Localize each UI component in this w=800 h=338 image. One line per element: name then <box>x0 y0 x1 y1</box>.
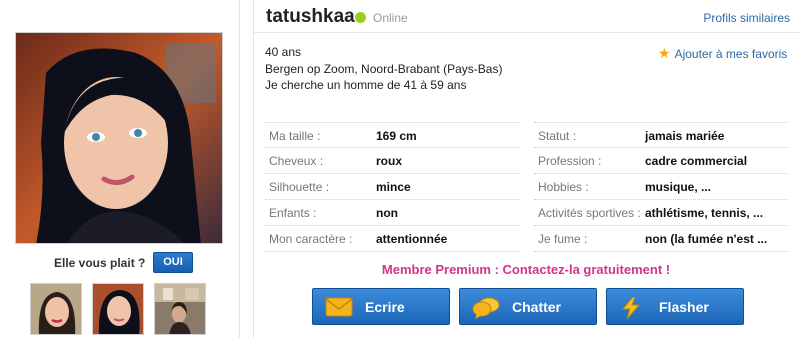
detail-row: Silhouette : mince <box>265 174 519 200</box>
write-button[interactable]: Ecrire <box>312 288 450 325</box>
online-status-icon <box>355 12 366 23</box>
photo-thumbnail-1[interactable] <box>30 283 82 335</box>
photo-panel: Elle vous plait ? OUI <box>0 0 240 338</box>
detail-row: Je fume : non (la fumée n'est ... <box>534 226 788 252</box>
flash-label: Flasher <box>659 299 709 315</box>
detail-label: Enfants : <box>269 206 317 220</box>
detail-row: Cheveux : roux <box>265 148 519 174</box>
detail-row: Hobbies : musique, ... <box>534 174 788 200</box>
detail-label: Cheveux : <box>269 154 324 168</box>
header-divider <box>254 32 800 33</box>
envelope-icon <box>325 297 353 320</box>
detail-row: Enfants : non <box>265 200 519 226</box>
similar-profiles-link[interactable]: Profils similaires <box>703 11 790 25</box>
detail-value: roux <box>376 154 403 168</box>
speech-bubbles-icon <box>472 297 500 322</box>
star-icon: ★ <box>658 45 671 61</box>
profile-age: 40 ans <box>265 45 302 59</box>
detail-value: attentionnée <box>376 232 448 246</box>
detail-value: musique, ... <box>645 180 712 194</box>
column-divider <box>253 0 254 338</box>
detail-label: Hobbies : <box>538 180 589 194</box>
detail-label: Statut : <box>538 129 577 143</box>
detail-row: Ma taille : 169 cm <box>265 122 519 148</box>
lightning-icon <box>619 296 643 322</box>
detail-label: Je fume : <box>538 232 588 246</box>
detail-value: non <box>376 206 398 220</box>
detail-value: athlétisme, tennis, ... <box>645 206 764 220</box>
profile-photo[interactable] <box>15 32 223 244</box>
profile-location: Bergen op Zoom, Noord-Brabant (Pays-Bas) <box>265 62 503 76</box>
detail-row: Mon caractère : attentionnée <box>265 226 519 252</box>
detail-value: jamais mariée <box>645 129 725 143</box>
profile-seeking: Je cherche un homme de 41 à 59 ans <box>265 78 467 92</box>
detail-label: Silhouette : <box>269 180 330 194</box>
detail-label: Ma taille : <box>269 129 321 143</box>
detail-label: Mon caractère : <box>269 232 353 246</box>
detail-value: non (la fumée n'est ... <box>645 232 768 246</box>
detail-row: Statut : jamais mariée <box>534 122 788 148</box>
detail-label: Profession : <box>538 154 602 168</box>
write-label: Ecrire <box>365 299 405 315</box>
premium-message[interactable]: Membre Premium : Contactez-la gratuiteme… <box>0 262 800 277</box>
photo-thumbnail-3[interactable] <box>154 283 206 335</box>
favorites-label: Ajouter à mes favoris <box>674 47 788 61</box>
detail-value: mince <box>376 180 411 194</box>
detail-row: Activités sportives : athlétisme, tennis… <box>534 200 788 226</box>
username: tatushkaa <box>266 6 355 27</box>
detail-value: 169 cm <box>376 129 417 143</box>
detail-row: Profession : cadre commercial <box>534 148 788 174</box>
chat-label: Chatter <box>512 299 562 315</box>
flash-button[interactable]: Flasher <box>606 288 744 325</box>
online-status: Online <box>373 11 408 25</box>
detail-label: Activités sportives : <box>538 206 641 220</box>
detail-value: cadre commercial <box>645 154 748 168</box>
add-to-favorites-link[interactable]: ★ Ajouter à mes favoris <box>658 45 787 62</box>
photo-thumbnail-2[interactable] <box>92 283 144 335</box>
chat-button[interactable]: Chatter <box>459 288 597 325</box>
